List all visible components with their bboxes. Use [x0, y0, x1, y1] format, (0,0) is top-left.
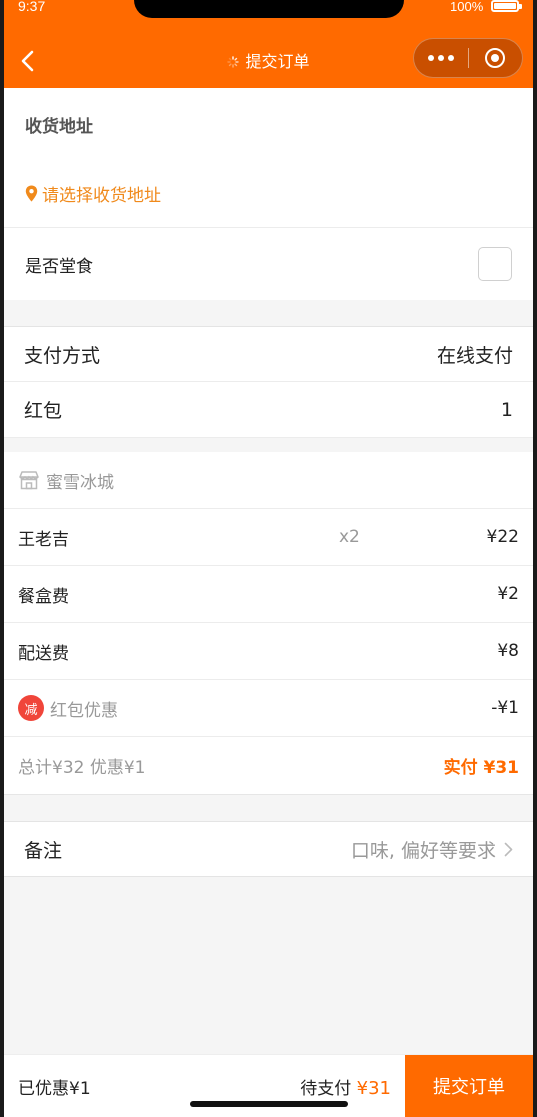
- select-address-text: 请选择收货地址: [42, 186, 161, 206]
- select-address-link[interactable]: 请选择收货地址: [4, 160, 533, 228]
- box-fee-label: 餐盒费: [18, 586, 69, 607]
- note-hint-group: 口味, 偏好等要求: [351, 836, 513, 863]
- red-packet-label: 红包: [24, 400, 63, 422]
- section-gap: [4, 438, 533, 452]
- more-menu-button[interactable]: [414, 55, 468, 61]
- shop-row: 蜜雪冰城: [4, 452, 533, 509]
- dine-in-row: 是否堂食: [4, 228, 533, 300]
- shop-name: 蜜雪冰城: [46, 472, 114, 493]
- submit-order-button[interactable]: 提交订单: [405, 1054, 533, 1117]
- discount-value: -¥1: [491, 698, 519, 718]
- order-content: 收货地址 请选择收货地址 是否堂食 支付方式 在线支付 红包 1 蜜雪冰城 王老…: [4, 88, 533, 877]
- battery-icon: [491, 0, 522, 12]
- payment-method-label: 支付方式: [24, 344, 101, 367]
- item-quantity: x2: [339, 527, 360, 547]
- close-mini-program-button[interactable]: [468, 48, 522, 68]
- delivery-fee-label: 配送费: [18, 643, 69, 664]
- location-pin-icon: [25, 185, 38, 202]
- red-packet-row[interactable]: 红包 1: [4, 382, 533, 438]
- order-item-row: 王老吉 x2 ¥22: [4, 509, 533, 566]
- discount-badge-icon: 减: [18, 695, 44, 721]
- top-bar: 9:37 100% 提交订单: [0, 0, 537, 88]
- note-row[interactable]: 备注 口味, 偏好等要求: [4, 821, 533, 877]
- payment-method-value: 在线支付: [436, 344, 513, 367]
- item-name: 王老吉: [18, 529, 69, 550]
- pending-payment: 待支付 ¥31: [300, 1074, 405, 1099]
- summary-total: 总计¥32 优惠¥1: [18, 758, 146, 778]
- battery-percent: 100%: [450, 0, 484, 14]
- order-detail-section: 蜜雪冰城 王老吉 x2 ¥22 餐盒费 ¥2 配送费 ¥8 减 红包优惠 -¥1: [4, 452, 533, 795]
- delivery-fee-row: 配送费 ¥8: [4, 623, 533, 680]
- store-icon: [19, 471, 39, 490]
- target-circle-icon: [485, 48, 506, 68]
- summary-actual-pay: 实付 ¥31: [443, 758, 519, 778]
- box-fee-value: ¥2: [497, 584, 519, 604]
- checkout-bar: 已优惠¥1 待支付 ¥31 提交订单: [4, 1054, 533, 1117]
- home-indicator[interactable]: [190, 1101, 348, 1107]
- address-heading: 收货地址: [25, 116, 93, 137]
- item-price: ¥22: [486, 527, 519, 547]
- frame-edge-left: [0, 0, 4, 1117]
- payment-method-row[interactable]: 支付方式 在线支付: [4, 326, 533, 382]
- notch: [134, 0, 404, 18]
- section-gap: [4, 300, 533, 326]
- frame-edge-right: [533, 0, 537, 1117]
- note-label: 备注: [24, 839, 63, 862]
- saved-amount: 已优惠¥1: [18, 1078, 91, 1099]
- discount-label: 红包优惠: [50, 700, 118, 721]
- dine-in-label: 是否堂食: [25, 256, 93, 277]
- pending-label: 待支付: [300, 1078, 352, 1099]
- mini-program-capsule: [413, 38, 523, 78]
- phone-frame: 9:37 100% 提交订单 收货地址 请选择收货地址 是否堂食 支付方式 在线…: [0, 0, 537, 1117]
- discount-row: 减 红包优惠 -¥1: [4, 680, 533, 737]
- pending-amount: ¥31: [356, 1077, 391, 1099]
- box-fee-row: 餐盒费 ¥2: [4, 566, 533, 623]
- more-dot-icon: [437, 55, 444, 61]
- more-dot-icon: [447, 55, 454, 61]
- note-hint: 口味, 偏好等要求: [350, 839, 496, 862]
- red-packet-value: 1: [500, 398, 513, 421]
- status-time: 9:37: [18, 0, 46, 14]
- dine-in-checkbox[interactable]: [478, 247, 512, 281]
- loading-spinner-icon: [227, 56, 240, 68]
- delivery-fee-value: ¥8: [497, 641, 519, 661]
- order-summary-row: 总计¥32 优惠¥1 实付 ¥31: [4, 737, 533, 795]
- section-gap: [4, 795, 533, 821]
- more-dot-icon: [427, 55, 434, 61]
- chevron-right-icon: [504, 842, 513, 856]
- discount-label-group: 减 红包优惠: [18, 695, 118, 721]
- address-section: 收货地址 请选择收货地址 是否堂食: [4, 88, 533, 300]
- payment-section: 支付方式 在线支付 红包 1: [4, 326, 533, 438]
- page-title-text: 提交订单: [245, 52, 310, 71]
